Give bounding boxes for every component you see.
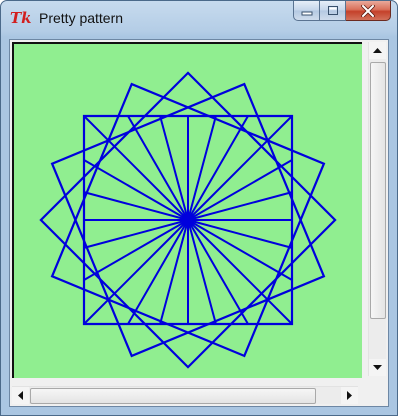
- maximize-icon: [327, 6, 338, 15]
- vertical-scrollbar[interactable]: [368, 42, 386, 376]
- pattern-spoke: [83, 191, 189, 221]
- arrow-down-icon: [373, 364, 382, 370]
- pattern-center: [184, 216, 192, 224]
- scroll-up-button[interactable]: [369, 42, 386, 59]
- maximize-button[interactable]: [320, 1, 346, 21]
- scrollbar-corner: [368, 386, 386, 404]
- arrow-left-icon: [17, 391, 23, 400]
- horizontal-scroll-thumb[interactable]: [30, 388, 316, 404]
- drawing-canvas[interactable]: [12, 42, 362, 378]
- minimize-icon: [301, 11, 312, 15]
- pattern-spoke: [187, 219, 293, 249]
- pattern-spoke: [187, 115, 217, 221]
- arrow-up-icon: [373, 47, 382, 53]
- minimize-button[interactable]: [293, 1, 320, 21]
- window-client-area: [9, 39, 389, 407]
- app-window: Tk Pretty pattern: [0, 0, 398, 416]
- close-button[interactable]: [346, 1, 391, 21]
- vertical-scroll-thumb[interactable]: [370, 62, 386, 319]
- close-icon: [361, 4, 375, 17]
- horizontal-scrollbar[interactable]: [12, 386, 358, 404]
- pattern-spoke: [187, 191, 293, 221]
- pattern-spoke: [159, 219, 189, 325]
- pattern-drawing: [39, 71, 337, 369]
- scroll-left-button[interactable]: [12, 387, 29, 404]
- window-title: Pretty pattern: [39, 10, 124, 26]
- caption-buttons: [293, 1, 391, 22]
- pattern-spoke: [159, 115, 189, 221]
- arrow-right-icon: [346, 391, 352, 400]
- pattern-spoke: [187, 219, 217, 325]
- tk-feather-icon[interactable]: Tk: [10, 9, 32, 27]
- scroll-right-button[interactable]: [341, 387, 358, 404]
- title-bar[interactable]: Tk Pretty pattern: [1, 1, 397, 35]
- scroll-down-button[interactable]: [369, 359, 386, 376]
- pattern-spoke: [83, 219, 189, 249]
